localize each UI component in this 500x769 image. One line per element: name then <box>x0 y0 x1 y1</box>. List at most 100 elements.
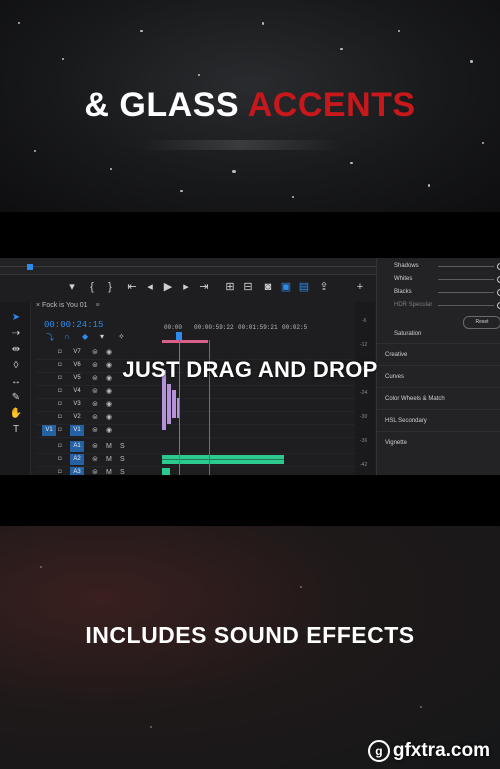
close-icon[interactable]: × <box>36 302 40 309</box>
add-button-icon[interactable]: + <box>352 278 368 296</box>
audio-clip[interactable] <box>162 468 170 475</box>
slider-track[interactable] <box>438 292 494 293</box>
export-frame-icon[interactable]: ◙ <box>260 278 276 296</box>
add-marker-icon[interactable]: ◆ <box>82 332 88 341</box>
dust-speck <box>398 30 400 32</box>
timeline-playhead[interactable] <box>176 332 182 340</box>
step-back-icon[interactable]: ◂ <box>142 278 158 296</box>
shadows-slider[interactable]: Shadows <box>394 260 500 272</box>
pen-tool-icon[interactable]: ✎ <box>9 392 23 404</box>
hdr-specular-slider[interactable]: HDR Specular <box>394 299 500 311</box>
insert-icon[interactable]: ⊞ <box>222 278 238 296</box>
slider-track[interactable] <box>438 305 494 306</box>
compare-icon[interactable]: ▣ <box>278 278 294 296</box>
track-label[interactable]: A2 <box>70 454 84 465</box>
track-select-tool-icon[interactable]: ⇢ <box>9 328 23 340</box>
sync-lock-icon[interactable]: ⊜ <box>92 412 98 423</box>
section-color-wheels[interactable]: Color Wheels & Match <box>377 387 500 410</box>
hand-tool-icon[interactable]: ✋ <box>9 408 23 420</box>
track-label[interactable]: V2 <box>70 412 84 423</box>
in-out-range[interactable] <box>162 340 208 343</box>
track-row[interactable]: ◘ V2 ⊜ ◉ <box>36 411 356 425</box>
go-to-in-icon[interactable]: ⇤ <box>124 278 140 296</box>
saturation-label: Saturation <box>394 331 422 337</box>
lock-icon[interactable]: ◘ <box>58 441 62 452</box>
play-icon[interactable]: ▶ <box>160 278 176 296</box>
sync-lock-icon[interactable]: ⊜ <box>92 386 98 397</box>
snap-icon[interactable]: ⤵ <box>46 332 54 343</box>
sync-lock-icon[interactable]: ⊜ <box>92 454 98 465</box>
audio-clip[interactable] <box>162 455 284 464</box>
mute-button[interactable]: M <box>106 467 112 475</box>
mute-button[interactable]: M <box>106 441 112 452</box>
lock-icon[interactable]: ◘ <box>58 412 62 423</box>
wrench-icon[interactable]: ✧ <box>118 332 125 341</box>
mute-button[interactable]: M <box>106 454 112 465</box>
panel-menu-icon[interactable]: ≡ <box>96 302 100 309</box>
eye-icon[interactable]: ◉ <box>106 386 112 397</box>
solo-button[interactable]: S <box>120 441 125 452</box>
slider-label: HDR Specular <box>394 302 433 308</box>
track-label[interactable]: A3 <box>70 467 84 475</box>
sync-lock-icon[interactable]: ⊜ <box>92 441 98 452</box>
lock-icon[interactable]: ◘ <box>58 454 62 465</box>
slider-track[interactable] <box>438 266 494 267</box>
lock-icon[interactable]: ◘ <box>58 386 62 397</box>
whites-slider[interactable]: Whites <box>394 273 500 285</box>
eye-icon[interactable]: ◉ <box>106 399 112 410</box>
step-forward-icon[interactable]: ▸ <box>178 278 194 296</box>
in-point-icon[interactable]: { <box>84 278 100 296</box>
dust-speck <box>150 726 152 728</box>
sequence-marker-icon[interactable]: ▾ <box>100 332 104 341</box>
watermark-text: gfxtra.com <box>392 740 490 761</box>
waveform <box>162 459 284 460</box>
track-row[interactable]: ◘ A1 ⊜ M S <box>36 440 356 454</box>
sync-lock-icon[interactable]: ⊜ <box>92 467 98 475</box>
eye-icon[interactable]: ◉ <box>106 425 112 436</box>
section-hsl-secondary[interactable]: HSL Secondary <box>377 409 500 432</box>
lock-icon[interactable]: ◘ <box>58 467 62 475</box>
program-monitor-ruler[interactable] <box>0 258 376 275</box>
linked-selection-icon[interactable]: ∩ <box>64 332 70 341</box>
track-row[interactable]: V1 ◘ V1 ⊜ ◉ <box>36 424 356 438</box>
marker-icon[interactable]: ▾ <box>64 278 80 296</box>
section-vignette[interactable]: Vignette <box>377 431 500 454</box>
track-row[interactable]: ◘ V4 ⊜ ◉ <box>36 385 356 399</box>
sync-lock-icon[interactable]: ⊜ <box>92 425 98 436</box>
go-to-out-icon[interactable]: ⇥ <box>196 278 212 296</box>
eye-icon[interactable]: ◉ <box>106 412 112 423</box>
slider-label: Shadows <box>394 263 419 269</box>
ripple-edit-tool-icon[interactable]: ⇹ <box>9 344 23 356</box>
slider-track[interactable] <box>438 279 494 280</box>
lock-icon[interactable]: ◘ <box>58 425 62 436</box>
transport-controls: ▾ { } ⇤ ◂ ▶ ▸ ⇥ ⊞ ⊟ ◙ ▣ ▤ ⇪ + <box>0 278 376 298</box>
lock-icon[interactable]: ◘ <box>58 399 62 410</box>
track-label[interactable]: V3 <box>70 399 84 410</box>
blacks-slider[interactable]: Blacks <box>394 286 500 298</box>
track-row[interactable]: ◘ A3 ⊜ M S <box>36 466 356 475</box>
timecode-display[interactable]: 00:00:24:15 <box>44 320 103 330</box>
sync-lock-icon[interactable]: ⊜ <box>92 399 98 410</box>
program-playhead[interactable] <box>27 264 33 270</box>
type-tool-icon[interactable]: T <box>9 424 23 436</box>
solo-button[interactable]: S <box>120 467 125 475</box>
out-point-icon[interactable]: } <box>102 278 118 296</box>
ruler-tick-label: 00:01:59:21 <box>238 324 278 331</box>
light-streak <box>140 140 340 150</box>
sequence-tab[interactable]: × Fock is You 01 ≡ <box>36 302 314 314</box>
solo-button[interactable]: S <box>120 454 125 465</box>
overwrite-icon[interactable]: ⊟ <box>240 278 256 296</box>
reset-button[interactable]: Reset <box>463 316 500 329</box>
share-icon[interactable]: ⇪ <box>316 278 332 296</box>
video-clip[interactable] <box>167 384 171 424</box>
settings-icon[interactable]: ▤ <box>296 278 312 296</box>
track-label[interactable]: V4 <box>70 386 84 397</box>
source-patch[interactable]: V1 <box>42 425 56 436</box>
track-label[interactable]: A1 <box>70 441 84 452</box>
selection-tool-icon[interactable]: ➤ <box>9 312 23 324</box>
track-row[interactable]: ◘ V3 ⊜ ◉ <box>36 398 356 412</box>
track-label[interactable]: V1 <box>70 425 84 436</box>
slider-label: Blacks <box>394 289 412 295</box>
section-label: Vignette <box>385 440 407 446</box>
video-clip[interactable] <box>172 390 176 418</box>
